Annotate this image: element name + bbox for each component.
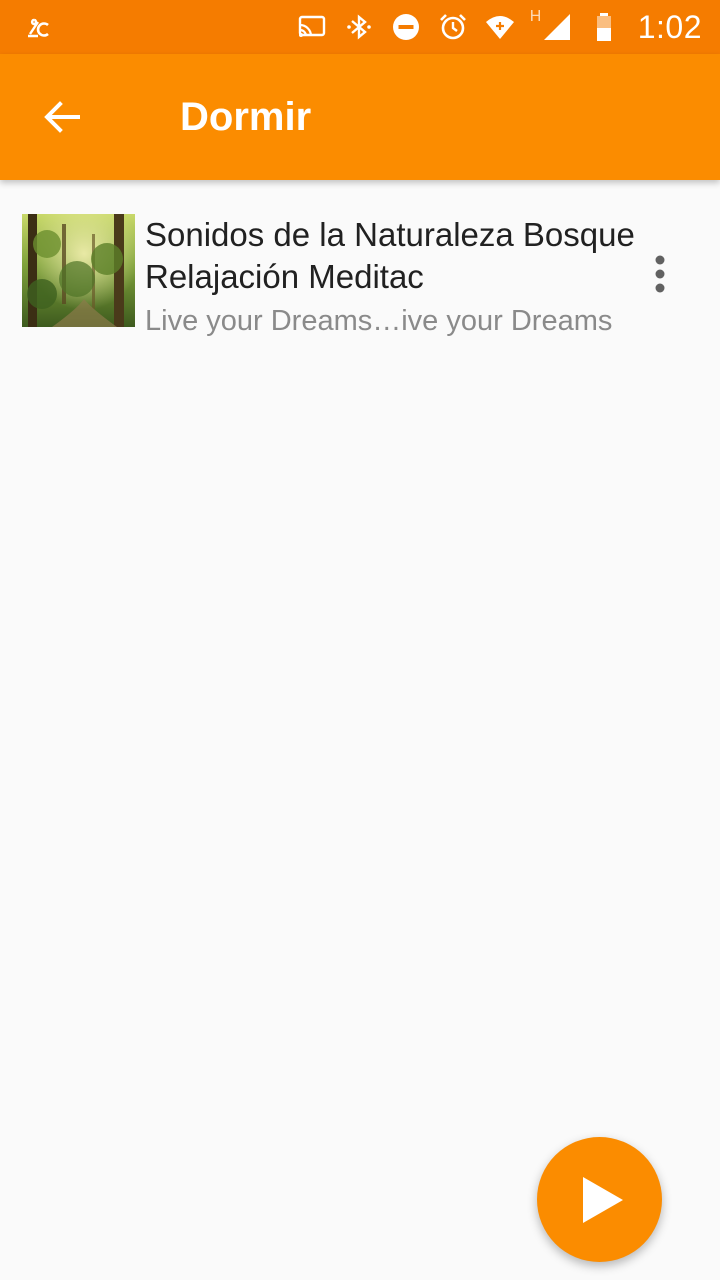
more-options-button[interactable] [628,242,692,306]
list-item[interactable]: Sonidos de la Naturaleza Bosque Relajaci… [0,180,720,364]
bluetooth-icon [342,10,376,44]
track-thumbnail [22,214,135,327]
do-not-disturb-icon [389,10,423,44]
track-subtitle: Live your Dreams…ive your Dreams [145,305,613,337]
wifi-icon [483,10,517,44]
battery-icon [587,10,621,44]
forest-image [22,214,135,327]
play-icon [569,1173,631,1227]
page-title: Dormir [180,94,312,139]
play-button[interactable] [537,1137,662,1262]
more-vert-icon [638,252,682,296]
back-button[interactable] [14,69,110,165]
signal-icon: H [530,8,574,44]
clock: 1:02 [637,8,702,45]
cast-icon [295,10,329,44]
status-bar: H 1:02 [0,0,720,54]
notification-icon [22,10,56,44]
alarm-icon [436,10,470,44]
track-list: Sonidos de la Naturaleza Bosque Relajaci… [0,180,720,364]
track-title: Sonidos de la Naturaleza Bosque Relajaci… [145,216,635,295]
arrow-back-icon [40,95,84,139]
app-bar: Dormir [0,54,720,180]
